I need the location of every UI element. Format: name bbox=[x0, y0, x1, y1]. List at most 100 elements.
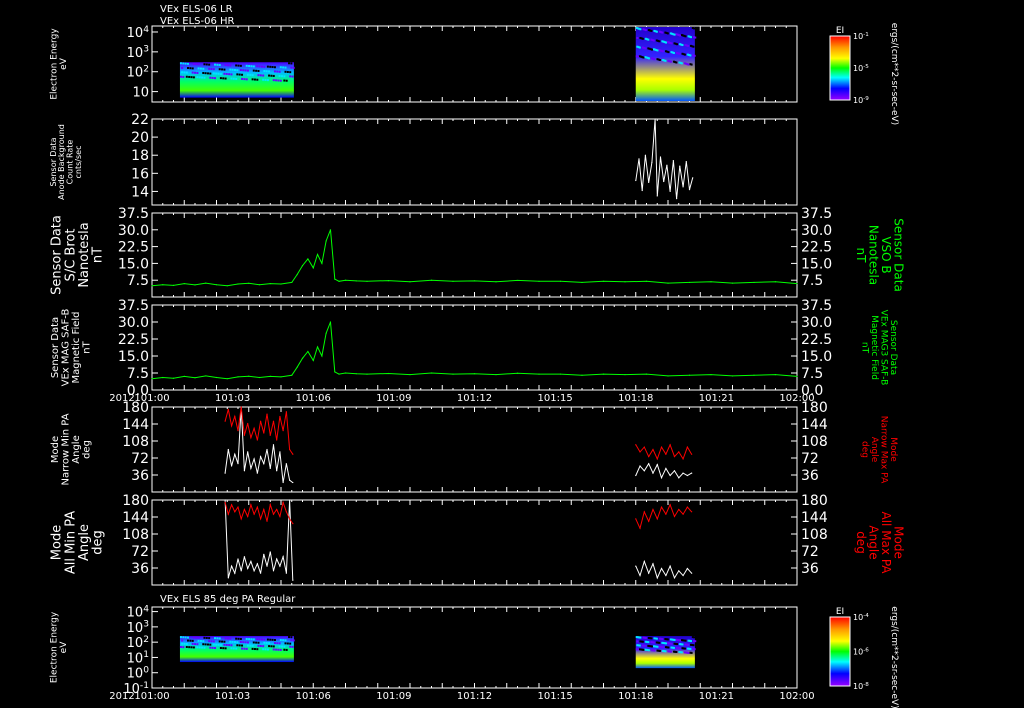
spectrogram-speckle bbox=[246, 69, 249, 72]
spectrogram-speckle bbox=[292, 66, 295, 69]
spectrogram-speckle bbox=[181, 639, 184, 642]
series-line-p4-point bbox=[473, 373, 476, 375]
y-tick-label: 144 bbox=[122, 510, 149, 526]
spectrogram-speckle bbox=[197, 636, 200, 639]
spectrogram-speckle bbox=[278, 74, 281, 77]
x-tick-label: 102:00 bbox=[779, 393, 814, 404]
spectrogram-speckle bbox=[249, 73, 252, 76]
y-tick-label: 22 bbox=[131, 112, 149, 128]
spectrogram-speckle bbox=[196, 643, 199, 646]
spectrogram-speckle bbox=[653, 58, 656, 61]
ylabel-p5-line-2: Angle bbox=[71, 435, 82, 463]
ylabel-p4: Sensor Data VEx MAG SAF-B Magnetic Field nT bbox=[50, 309, 93, 387]
spectrogram-speckle bbox=[638, 644, 641, 647]
ylabel-p3: Sensor DataS/C BrotNanoteslanT bbox=[50, 215, 106, 295]
spectrogram-speckle bbox=[181, 642, 184, 645]
x-tick-label: 101:15 bbox=[538, 393, 573, 404]
series-red-segment-0-point bbox=[224, 420, 226, 422]
spectrogram-speckle bbox=[647, 641, 650, 644]
spectrogram-speckle bbox=[273, 70, 276, 73]
series-white-segment-0-point bbox=[272, 444, 275, 446]
series-red-segment-1-point bbox=[635, 444, 637, 446]
series-line-p4-point bbox=[194, 377, 196, 379]
series-white-segment-0-point bbox=[279, 565, 281, 567]
spectrogram-speckle bbox=[639, 28, 642, 31]
series-white-segment-1-point bbox=[678, 477, 680, 479]
spectrogram-speckle bbox=[288, 636, 291, 639]
spectrogram-speckle bbox=[273, 638, 276, 641]
spectrogram-speckle bbox=[283, 75, 286, 78]
series-white-segment-0-point bbox=[279, 451, 281, 453]
spectrogram-speckle bbox=[241, 77, 244, 80]
spectrogram-speckle bbox=[211, 646, 214, 649]
spectrogram-speckle bbox=[658, 40, 661, 43]
spectrogram-speckle bbox=[185, 645, 188, 648]
spectrogram-speckle bbox=[226, 64, 229, 67]
ylabel-p5-line-0: Mode bbox=[50, 436, 61, 463]
spectrogram-speckle bbox=[236, 641, 239, 644]
spectrogram-speckle bbox=[272, 74, 275, 77]
spectrogram-speckle bbox=[221, 640, 224, 643]
spectrogram-speckle bbox=[268, 642, 271, 645]
spectrogram-speckle bbox=[286, 642, 289, 645]
series-red-segment-0-point bbox=[237, 430, 239, 432]
spectrogram-speckle bbox=[283, 648, 286, 651]
spectrogram-speckle bbox=[202, 71, 205, 74]
spectrogram-speckle bbox=[244, 641, 247, 644]
series-red-segment-1-point bbox=[673, 455, 676, 458]
series-white-segment-0-point bbox=[263, 553, 265, 555]
spectrogram-speckle bbox=[686, 643, 689, 646]
series-line-p3-point bbox=[316, 253, 319, 256]
x-tick-label: 101:00 bbox=[134, 393, 169, 404]
spectrogram-speckle bbox=[642, 648, 645, 651]
spectrogram-speckle bbox=[271, 66, 274, 69]
spectrogram-speckle bbox=[291, 75, 294, 78]
series-red-segment-0-point bbox=[292, 453, 294, 455]
series-red-segment-0-point bbox=[272, 513, 275, 515]
series-white-segment-1-point bbox=[635, 565, 637, 567]
series-red-segment-1-point bbox=[660, 506, 663, 508]
spectrogram-speckle bbox=[656, 645, 659, 648]
series-line-p4-point bbox=[329, 321, 332, 323]
spectrogram-speckle bbox=[194, 643, 197, 646]
spectrogram-speckle bbox=[647, 649, 650, 652]
series-line-p2-point bbox=[641, 189, 643, 192]
spectrogram-speckle bbox=[253, 648, 256, 651]
y-tick-label-right: 36 bbox=[801, 468, 819, 484]
spectrogram-speckle bbox=[251, 78, 254, 81]
spectrogram-speckle bbox=[199, 640, 202, 643]
spectrogram-speckle bbox=[226, 637, 229, 640]
series-white-segment-1-point bbox=[652, 472, 654, 474]
series-white-segment-1-point bbox=[648, 463, 650, 465]
series-red-segment-1-point bbox=[686, 506, 688, 508]
series-red-segment-0-point bbox=[234, 511, 236, 513]
series-line-p4-point bbox=[258, 376, 261, 379]
series-line-p4 bbox=[151, 321, 798, 380]
y-tick-label-right: 108 bbox=[801, 527, 828, 543]
spectrogram-speckle bbox=[209, 76, 212, 79]
spectrogram-speckle bbox=[673, 638, 676, 641]
series-line-p2-point bbox=[688, 189, 691, 191]
series-line-p2-point bbox=[666, 164, 668, 166]
y-tick-label-right: 72 bbox=[801, 544, 819, 560]
spectrogram-speckle bbox=[246, 73, 249, 76]
rlabel-p5-line-3: deg bbox=[860, 441, 870, 458]
series-red-segment-0-point bbox=[285, 411, 287, 413]
y-tick-label: 7.5 bbox=[127, 273, 149, 289]
spectrogram-speckle bbox=[290, 62, 293, 65]
series-red-segment-1-point bbox=[691, 511, 693, 513]
series-white-segment-1-point bbox=[656, 464, 658, 466]
spectrogram-speckle bbox=[675, 43, 678, 46]
ylabel-p4-line-1: VEx MAG SAF-B bbox=[60, 309, 71, 387]
spectrogram-speckle bbox=[246, 641, 249, 644]
series-white-segment-0-point bbox=[253, 458, 255, 460]
spectrogram-speckle bbox=[233, 69, 236, 72]
spectrogram-speckle bbox=[219, 643, 222, 646]
x-tick-label: 101:12 bbox=[457, 691, 492, 702]
spectrogram-speckle bbox=[675, 61, 678, 64]
series-line-p2-point bbox=[672, 160, 674, 162]
spectrogram-speckle bbox=[197, 67, 200, 70]
spectrogram-speckle bbox=[647, 57, 650, 60]
series-line-p4-point bbox=[581, 374, 583, 376]
series-white-segment-0-point bbox=[253, 570, 255, 572]
